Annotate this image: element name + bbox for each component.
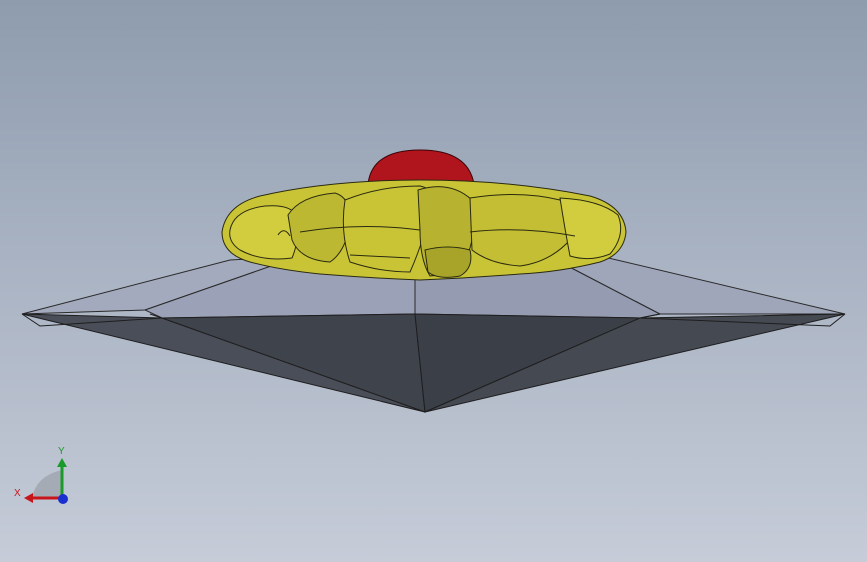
y-axis-arrow xyxy=(57,458,67,467)
body-shell xyxy=(221,179,627,281)
x-axis-label: X xyxy=(14,488,21,499)
graphics-viewport[interactable]: Y X xyxy=(0,0,867,562)
y-axis-label: Y xyxy=(58,446,65,457)
z-axis-dot xyxy=(58,494,68,504)
triad-plane xyxy=(32,470,62,498)
3d-model-ufo[interactable] xyxy=(0,0,867,562)
reference-triad: Y X xyxy=(14,446,68,504)
dome xyxy=(367,149,475,185)
x-axis-arrow xyxy=(24,493,33,503)
